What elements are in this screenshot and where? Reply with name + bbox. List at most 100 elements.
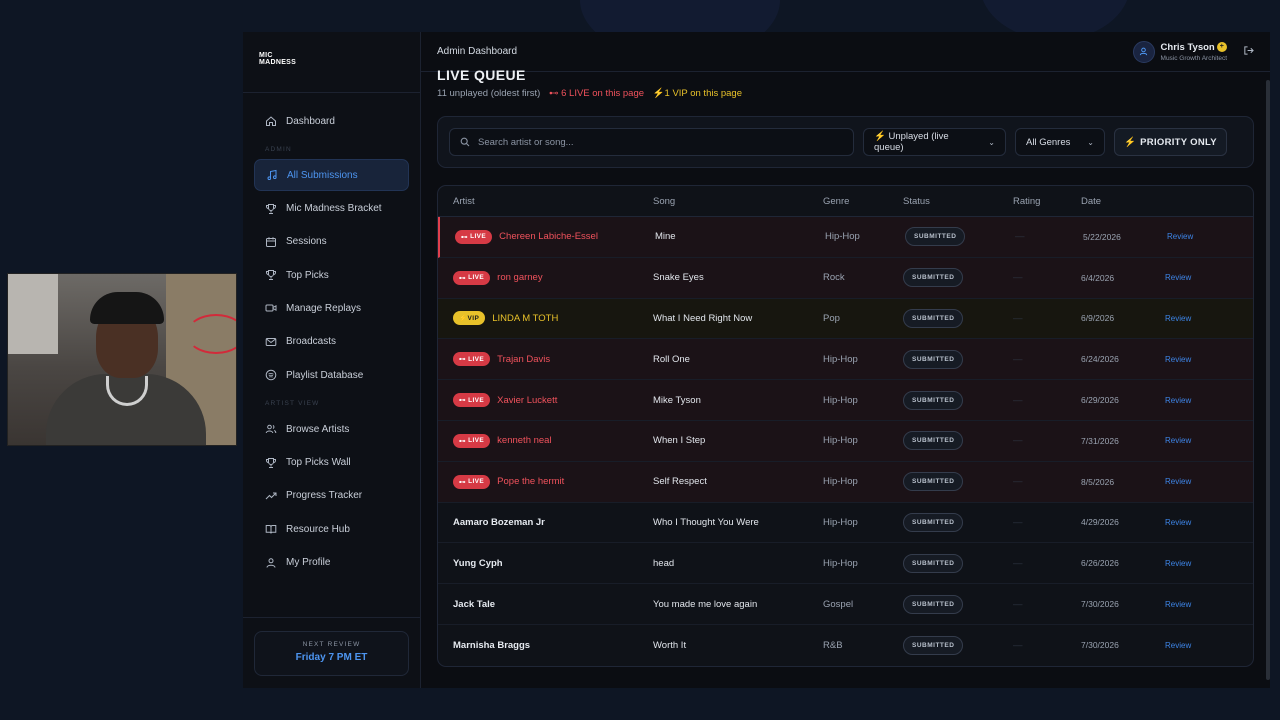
sidebar-item-broadcasts[interactable]: Broadcasts [254,326,409,358]
scrollbar[interactable] [1266,80,1270,680]
sidebar-item-dashboard[interactable]: Dashboard [254,105,409,137]
table-row[interactable]: Jack Tale You made me love again Gospel SUB… [438,584,1253,625]
table-row[interactable]: Yung Cyph head Hip-Hop SUBMITTED — 6/26/2026 R… [438,543,1253,585]
sidebar-item-top-picks[interactable]: Top Picks [254,259,409,291]
filter-bar: Search artist or song... ⚡ Unplayed (liv… [437,116,1254,168]
sidebar-item-browse-artists[interactable]: Browse Artists [254,413,409,445]
top-bar: Admin Dashboard Chris Tyson + Music Growt… [421,32,1270,72]
col-header-status[interactable]: Status [903,196,1013,207]
sidebar-item-my-profile[interactable]: My Profile [254,547,409,579]
vip-badge: ⚡ VIP [453,311,486,326]
cell-artist: Yung Cyph [438,558,653,569]
review-link[interactable]: Review [1165,641,1191,650]
live-count: ⊷ 6 LIVE on this page [549,88,644,99]
main-content: Admin Dashboard Chris Tyson + Music Growt… [421,32,1270,688]
table-row[interactable]: Aamaro Bozeman Jr Who I Thought You Were H… [438,503,1253,544]
status-badge: SUBMITTED [903,512,964,532]
col-header-artist[interactable]: Artist [438,196,653,207]
col-header-genre[interactable]: Genre [823,196,903,207]
status-filter-select[interactable]: ⚡ Unplayed (live queue) ⌄ [863,128,1006,156]
status-badge: SUBMITTED [903,268,964,288]
avatar[interactable] [1132,40,1155,63]
live-badge: ⊷ LIVE [455,229,493,244]
table-row[interactable]: ⊷ LIVE Trajan Davis Roll One Hip-Hop SUBMITT… [438,339,1253,381]
artist-name: Jack Tale [453,598,496,610]
review-link[interactable]: Review [1165,518,1191,527]
sidebar-item-manage-replays[interactable]: Manage Replays [254,292,409,324]
col-header-rating[interactable]: Rating [1013,196,1081,207]
review-link[interactable]: Review [1165,314,1191,323]
cell-song: What I Need Right Now [653,312,753,324]
cell-date: 8/5/2026 [1081,476,1115,487]
table-row[interactable]: ⊷ LIVE kenneth neal When I Step Hip-Hop SUBM… [438,420,1253,462]
cell-rating: — [1013,476,1023,488]
search-input[interactable]: Search artist or song... [449,128,854,156]
col-header-date[interactable]: Date [1081,196,1165,207]
trophy-icon [265,203,277,215]
bolt-icon: ⚡ [652,88,665,99]
cell-action: Review [1165,354,1225,365]
table-row[interactable]: ⊷ LIVE Chereen Labiche-Essel Mine Hip-Hop SU… [438,217,1253,258]
table-row[interactable]: ⊷ LIVE Xavier Luckett Mike Tyson Hip-Hop SUB… [438,380,1253,421]
status-badge: SUBMITTED [903,431,964,451]
cell-action: Review [1165,272,1225,283]
cell-song: head [653,557,675,569]
sidebar-item-mic-madness-bracket[interactable]: Mic Madness Bracket [254,193,409,225]
review-link[interactable]: Review [1165,477,1191,486]
priority-only-button[interactable]: ⚡ PRIORITY ONLY [1114,128,1227,156]
table-row[interactable]: ⊷ LIVE ron garney Snake Eyes Rock SUBMITTED —… [438,257,1253,299]
trending-up-icon [265,490,277,502]
cell-artist: ⊷ LIVE ron garney [438,270,653,285]
artist-name: Yung Cyph [453,557,503,569]
app-logo[interactable]: MIC MADNESS [259,52,296,66]
cell-genre: Hip-Hop [823,435,858,447]
trophy-icon [265,457,277,469]
review-link[interactable]: Review [1165,355,1191,364]
review-link[interactable]: Review [1165,396,1191,405]
sidebar-item-sessions[interactable]: Sessions [254,226,409,258]
cell-action: Review [1165,395,1225,406]
table-row[interactable]: Marnisha Braggs Worth It R&B SUBMITTED — 7/30… [438,625,1253,666]
artist-name: Chereen Labiche-Essel [499,231,598,243]
cell-date: 4/29/2026 [1081,517,1119,528]
review-link[interactable]: Review [1165,436,1191,445]
queue-count: 11 unplayed (oldest first) [437,88,541,99]
review-link[interactable]: Review [1165,273,1191,282]
queue-subtitle: 11 unplayed (oldest first) ⊷ 6 LIVE on t… [437,88,1254,99]
cell-action: Review [1165,640,1225,651]
home-icon [265,115,277,127]
sidebar-item-label: Top Picks Wall [286,457,351,469]
sidebar-item-top-picks-wall[interactable]: Top Picks Wall [254,447,409,479]
genre-filter-select[interactable]: All Genres ⌄ [1015,128,1105,156]
table-row[interactable]: ⚡ VIP LINDA M TOTH What I Need Right Now Pop… [438,298,1253,340]
sidebar-item-playlist-database[interactable]: Playlist Database [254,359,409,391]
review-link[interactable]: Review [1165,559,1191,568]
cell-action: Review [1165,599,1225,610]
review-link[interactable]: Review [1165,600,1191,609]
sidebar-item-progress-tracker[interactable]: Progress Tracker [254,480,409,512]
cell-rating: — [1013,353,1023,365]
live-count-text: 6 LIVE on this page [561,88,645,99]
user-icon [1139,47,1148,56]
live-badge-label: LIVE [468,274,485,282]
vip-count-text: 1 VIP on this page [664,88,742,99]
app-window: MIC MADNESS Dashboard ADMIN All Submission… [243,32,1270,688]
sidebar-item-all-submissions[interactable]: All Submissions [254,159,409,192]
col-header-song[interactable]: Song [653,196,823,207]
user-menu[interactable]: Chris Tyson + Music Growth Architect [1132,40,1254,63]
sidebar-item-resource-hub[interactable]: Resource Hub [254,513,409,545]
live-radio-icon: ⊷ [459,437,469,445]
table-row[interactable]: ⊷ LIVE Pope the hermit Self Respect Hip-Hop… [438,461,1253,503]
logout-icon[interactable] [1243,45,1254,59]
review-link[interactable]: Review [1167,232,1193,241]
status-badge: SUBMITTED [903,349,964,369]
cell-status: SUBMITTED [903,472,1013,492]
cell-song: Snake Eyes [653,272,704,284]
sidebar-nav: Dashboard ADMIN All Submissions Mic Madness… [243,93,420,579]
cell-artist: Marnisha Braggs [438,640,653,651]
next-review-label: NEXT REVIEW [302,641,361,648]
sidebar-item-label: All Submissions [287,169,358,181]
live-badge: ⊷ LIVE [453,352,491,367]
live-radio-icon: ⊷ [459,397,469,405]
live-badge: ⊷ LIVE [453,433,491,448]
